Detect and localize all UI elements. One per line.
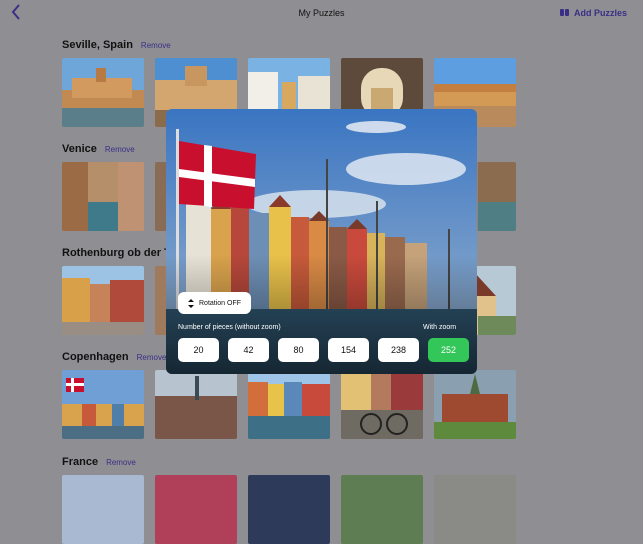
add-puzzles-button[interactable]: Add Puzzles: [559, 8, 627, 18]
remove-venice-button[interactable]: Remove: [105, 145, 135, 154]
puzzle-thumbnail[interactable]: [155, 475, 237, 544]
puzzle-thumbnail[interactable]: [62, 58, 144, 127]
section-title-venice: Venice Remove: [62, 143, 135, 155]
puzzle-thumbnail[interactable]: [434, 475, 516, 544]
top-bar: My Puzzles Add Puzzles: [0, 0, 643, 28]
pieces-option-154[interactable]: 154: [328, 338, 369, 362]
puzzle-options-modal: Rotation OFF Number of pieces (without z…: [166, 109, 477, 374]
pieces-option-42[interactable]: 42: [228, 338, 269, 362]
pieces-option-238[interactable]: 238: [378, 338, 419, 362]
puzzle-thumbnail[interactable]: [341, 370, 423, 439]
section-title-france: France Remove: [62, 456, 136, 468]
puzzle-thumbnail[interactable]: [248, 370, 330, 439]
section-title-copenhagen: Copenhagen Remove: [62, 351, 167, 363]
section-title-rothenburg: Rothenburg ob der Ta: [62, 247, 177, 259]
rotation-toggle-button[interactable]: Rotation OFF: [178, 292, 252, 314]
zoom-label: With zoom: [423, 324, 457, 331]
section-title-seville: Seville, Spain Remove: [62, 39, 171, 51]
remove-seville-button[interactable]: Remove: [141, 41, 171, 50]
puzzle-thumbnail[interactable]: [62, 370, 144, 439]
remove-france-button[interactable]: Remove: [106, 458, 136, 467]
pieces-option-80[interactable]: 80: [278, 338, 319, 362]
page-title: My Puzzles: [298, 8, 345, 18]
rotate-icon: [188, 298, 194, 308]
puzzle-pieces-icon: [559, 9, 570, 17]
preview-image: [166, 109, 477, 374]
puzzle-row-copenhagen: [62, 370, 516, 439]
pieces-option-20[interactable]: 20: [178, 338, 219, 362]
puzzle-thumbnail[interactable]: [341, 475, 423, 544]
pieces-options: 20 42 80 154 238 252: [178, 338, 477, 362]
puzzle-thumbnail[interactable]: [62, 266, 144, 335]
puzzle-thumbnail[interactable]: [434, 370, 516, 439]
puzzle-thumbnail[interactable]: [155, 370, 237, 439]
remove-copenhagen-button[interactable]: Remove: [137, 353, 167, 362]
puzzle-row-france: [62, 475, 516, 544]
puzzle-thumbnail[interactable]: [62, 162, 144, 231]
puzzle-thumbnail[interactable]: [62, 475, 144, 544]
rotation-label: Rotation OFF: [199, 299, 242, 307]
puzzle-thumbnail[interactable]: [248, 475, 330, 544]
add-puzzles-label: Add Puzzles: [573, 8, 627, 18]
pieces-label: Number of pieces (without zoom): [178, 324, 281, 331]
pieces-option-252-zoom[interactable]: 252: [428, 338, 469, 362]
